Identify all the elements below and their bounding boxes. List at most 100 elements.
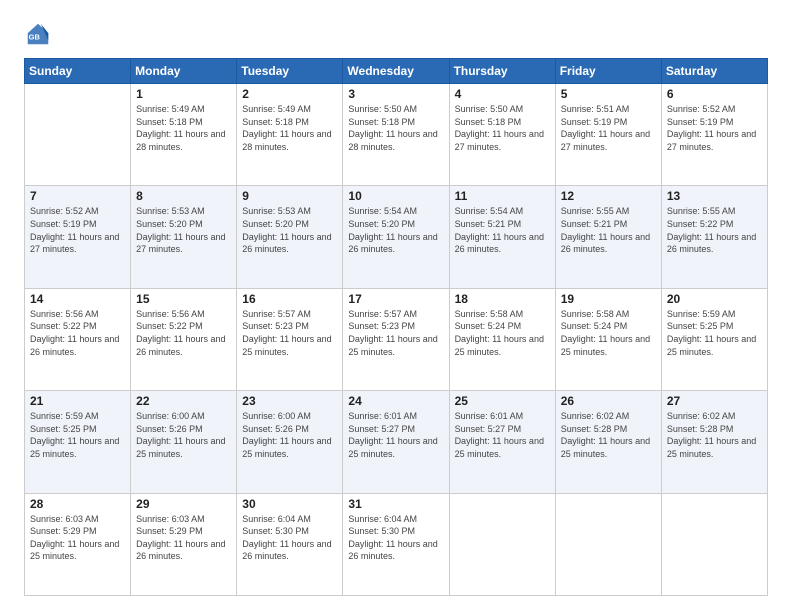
day-number: 29 <box>136 497 231 511</box>
day-info: Sunrise: 5:57 AMSunset: 5:23 PMDaylight:… <box>242 308 337 358</box>
calendar-cell: 9 Sunrise: 5:53 AMSunset: 5:20 PMDaylight… <box>237 186 343 288</box>
calendar-cell: 30 Sunrise: 6:04 AMSunset: 5:30 PMDayligh… <box>237 493 343 595</box>
calendar-cell: 8Sunrise: 5:53 AMSunset: 5:20 PMDaylight… <box>131 186 237 288</box>
day-info: Sunrise: 6:03 AMSunset: 5:29 PMDaylight:… <box>30 513 125 563</box>
weekday-monday: Monday <box>131 59 237 84</box>
calendar-cell: 3Sunrise: 5:50 AMSunset: 5:18 PMDaylight… <box>343 84 449 186</box>
day-number: 9 <box>242 189 337 203</box>
calendar-cell <box>555 493 661 595</box>
week-row-4: 21Sunrise: 5:59 AMSunset: 5:25 PMDayligh… <box>25 391 768 493</box>
calendar-cell: 13 Sunrise: 5:55 AMSunset: 5:22 PMDayligh… <box>661 186 767 288</box>
header: GB <box>24 20 768 48</box>
calendar-cell: 17 Sunrise: 5:57 AMSunset: 5:23 PMDayligh… <box>343 288 449 390</box>
calendar-cell <box>25 84 131 186</box>
day-number: 10 <box>348 189 443 203</box>
day-number: 2 <box>242 87 337 101</box>
calendar-cell: 5Sunrise: 5:51 AMSunset: 5:19 PMDaylight… <box>555 84 661 186</box>
week-row-5: 28Sunrise: 6:03 AMSunset: 5:29 PMDayligh… <box>25 493 768 595</box>
day-number: 13 <box>667 189 762 203</box>
calendar-cell: 31 Sunrise: 6:04 AMSunset: 5:30 PMDayligh… <box>343 493 449 595</box>
day-number: 23 <box>242 394 337 408</box>
weekday-thursday: Thursday <box>449 59 555 84</box>
week-row-2: 7 Sunrise: 5:52 AMSunset: 5:19 PMDaylight… <box>25 186 768 288</box>
day-info: Sunrise: 6:02 AMSunset: 5:28 PMDaylight:… <box>561 410 656 460</box>
calendar-cell: 16Sunrise: 5:57 AMSunset: 5:23 PMDayligh… <box>237 288 343 390</box>
day-number: 1 <box>136 87 231 101</box>
day-info: Sunrise: 6:01 AMSunset: 5:27 PMDaylight:… <box>348 410 443 460</box>
day-info: Sunrise: 5:49 AMSunset: 5:18 PMDaylight:… <box>242 103 337 153</box>
day-info: Sunrise: 5:59 AMSunset: 5:25 PMDaylight:… <box>30 410 125 460</box>
calendar-cell: 18 Sunrise: 5:58 AMSunset: 5:24 PMDayligh… <box>449 288 555 390</box>
day-number: 27 <box>667 394 762 408</box>
calendar-cell: 24 Sunrise: 6:01 AMSunset: 5:27 PMDayligh… <box>343 391 449 493</box>
calendar-cell: 28Sunrise: 6:03 AMSunset: 5:29 PMDayligh… <box>25 493 131 595</box>
day-info: Sunrise: 6:04 AMSunset: 5:30 PMDaylight:… <box>348 513 443 563</box>
calendar-cell <box>449 493 555 595</box>
day-info: Sunrise: 5:53 AMSunset: 5:20 PMDaylight:… <box>136 205 231 255</box>
day-info: Sunrise: 5:51 AMSunset: 5:19 PMDaylight:… <box>561 103 656 153</box>
day-info: Sunrise: 6:04 AMSunset: 5:30 PMDaylight:… <box>242 513 337 563</box>
day-number: 7 <box>30 189 125 203</box>
day-info: Sunrise: 5:57 AMSunset: 5:23 PMDaylight:… <box>348 308 443 358</box>
day-info: Sunrise: 5:58 AMSunset: 5:24 PMDaylight:… <box>561 308 656 358</box>
weekday-header-row: SundayMondayTuesdayWednesdayThursdayFrid… <box>25 59 768 84</box>
weekday-wednesday: Wednesday <box>343 59 449 84</box>
day-info: Sunrise: 5:55 AMSunset: 5:22 PMDaylight:… <box>667 205 762 255</box>
calendar-cell: 2 Sunrise: 5:49 AMSunset: 5:18 PMDaylight… <box>237 84 343 186</box>
calendar-cell: 15Sunrise: 5:56 AMSunset: 5:22 PMDayligh… <box>131 288 237 390</box>
day-number: 11 <box>455 189 550 203</box>
day-number: 14 <box>30 292 125 306</box>
calendar-cell: 10 Sunrise: 5:54 AMSunset: 5:20 PMDayligh… <box>343 186 449 288</box>
day-info: Sunrise: 6:02 AMSunset: 5:28 PMDaylight:… <box>667 410 762 460</box>
day-number: 3 <box>348 87 443 101</box>
day-info: Sunrise: 5:50 AMSunset: 5:18 PMDaylight:… <box>455 103 550 153</box>
logo-icon: GB <box>24 20 52 48</box>
calendar-cell: 14 Sunrise: 5:56 AMSunset: 5:22 PMDayligh… <box>25 288 131 390</box>
calendar-cell: 19 Sunrise: 5:58 AMSunset: 5:24 PMDayligh… <box>555 288 661 390</box>
calendar-cell: 22 Sunrise: 6:00 AMSunset: 5:26 PMDayligh… <box>131 391 237 493</box>
day-number: 22 <box>136 394 231 408</box>
day-info: Sunrise: 5:54 AMSunset: 5:21 PMDaylight:… <box>455 205 550 255</box>
week-row-1: 1 Sunrise: 5:49 AMSunset: 5:18 PMDaylight… <box>25 84 768 186</box>
weekday-tuesday: Tuesday <box>237 59 343 84</box>
calendar-cell: 12 Sunrise: 5:55 AMSunset: 5:21 PMDayligh… <box>555 186 661 288</box>
calendar-cell: 6Sunrise: 5:52 AMSunset: 5:19 PMDaylight… <box>661 84 767 186</box>
day-info: Sunrise: 5:53 AMSunset: 5:20 PMDaylight:… <box>242 205 337 255</box>
week-row-3: 14 Sunrise: 5:56 AMSunset: 5:22 PMDayligh… <box>25 288 768 390</box>
day-info: Sunrise: 6:03 AMSunset: 5:29 PMDaylight:… <box>136 513 231 563</box>
svg-text:GB: GB <box>29 33 41 42</box>
day-info: Sunrise: 6:00 AMSunset: 5:26 PMDaylight:… <box>136 410 231 460</box>
day-info: Sunrise: 5:55 AMSunset: 5:21 PMDaylight:… <box>561 205 656 255</box>
day-info: Sunrise: 5:56 AMSunset: 5:22 PMDaylight:… <box>30 308 125 358</box>
calendar-cell: 25Sunrise: 6:01 AMSunset: 5:27 PMDayligh… <box>449 391 555 493</box>
calendar-cell: 26 Sunrise: 6:02 AMSunset: 5:28 PMDayligh… <box>555 391 661 493</box>
day-number: 24 <box>348 394 443 408</box>
page: GB SundayMondayTuesdayWednesdayThursdayF… <box>0 0 792 612</box>
calendar-cell: 11 Sunrise: 5:54 AMSunset: 5:21 PMDayligh… <box>449 186 555 288</box>
day-number: 19 <box>561 292 656 306</box>
calendar-cell: 29 Sunrise: 6:03 AMSunset: 5:29 PMDayligh… <box>131 493 237 595</box>
day-info: Sunrise: 5:58 AMSunset: 5:24 PMDaylight:… <box>455 308 550 358</box>
logo: GB <box>24 20 56 48</box>
day-number: 4 <box>455 87 550 101</box>
day-info: Sunrise: 5:59 AMSunset: 5:25 PMDaylight:… <box>667 308 762 358</box>
day-number: 15 <box>136 292 231 306</box>
calendar-cell: 1Sunrise: 5:49 AMSunset: 5:18 PMDaylight… <box>131 84 237 186</box>
day-number: 18 <box>455 292 550 306</box>
day-number: 31 <box>348 497 443 511</box>
day-number: 26 <box>561 394 656 408</box>
day-number: 17 <box>348 292 443 306</box>
day-number: 30 <box>242 497 337 511</box>
calendar-cell: 20 Sunrise: 5:59 AMSunset: 5:25 PMDayligh… <box>661 288 767 390</box>
calendar-cell: 4 Sunrise: 5:50 AMSunset: 5:18 PMDaylight… <box>449 84 555 186</box>
day-info: Sunrise: 6:00 AMSunset: 5:26 PMDaylight:… <box>242 410 337 460</box>
day-info: Sunrise: 5:54 AMSunset: 5:20 PMDaylight:… <box>348 205 443 255</box>
weekday-sunday: Sunday <box>25 59 131 84</box>
day-info: Sunrise: 5:52 AMSunset: 5:19 PMDaylight:… <box>30 205 125 255</box>
calendar: SundayMondayTuesdayWednesdayThursdayFrid… <box>24 58 768 596</box>
day-number: 25 <box>455 394 550 408</box>
day-number: 12 <box>561 189 656 203</box>
calendar-cell: 27 Sunrise: 6:02 AMSunset: 5:28 PMDayligh… <box>661 391 767 493</box>
calendar-cell: 21Sunrise: 5:59 AMSunset: 5:25 PMDayligh… <box>25 391 131 493</box>
day-number: 20 <box>667 292 762 306</box>
